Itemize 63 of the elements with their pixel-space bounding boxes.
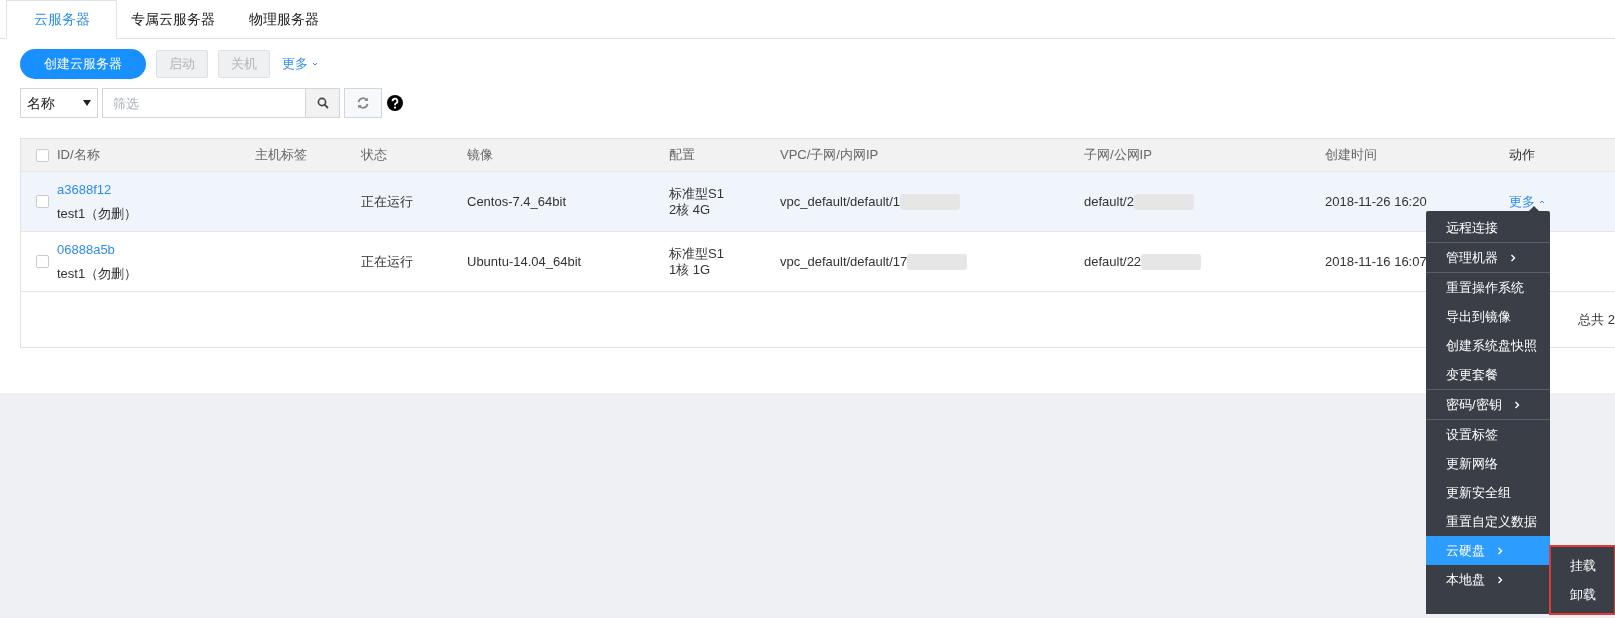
menu-item[interactable]: 挂载 [1551,551,1614,580]
chevron-right-icon [1497,575,1503,584]
menu-item[interactable]: 设置标签 [1426,420,1550,449]
menu-item[interactable]: 导出到镜像 [1426,302,1550,331]
menu-item[interactable]: 本地盘 [1426,565,1550,594]
image-text: Centos-7.4_64bit [467,193,566,209]
vpc-ip-text: vpc_default/default/17 [780,252,908,271]
tab[interactable]: 云服务器 [6,0,117,39]
vpc-ip-text: vpc_default/default/1 [780,192,900,211]
subnet-ip-text: default/2 [1084,192,1134,211]
row-checkbox[interactable] [35,255,49,268]
chevron-right-icon [1510,253,1516,262]
created-time: 2018-11-26 16:20 [1325,193,1427,209]
total-count: 总共 2 [1578,310,1615,329]
search-button[interactable] [306,88,340,118]
caret-icon [83,100,91,106]
menu-item[interactable]: 创建系统盘快照 [1426,331,1550,360]
menu-item[interactable]: 变更套餐 [1426,360,1550,389]
refresh-icon [356,96,370,110]
column-header: 状态 [361,147,387,163]
menu-item[interactable]: 更新安全组 [1426,478,1550,507]
image-text: Ubuntu-14.04_64bit [467,253,582,269]
menu-item[interactable]: 卸载 [1551,580,1614,609]
tab[interactable]: 物理服务器 [228,0,339,38]
select-all-checkbox[interactable] [35,148,49,162]
column-header: 配置 [669,147,695,163]
menu-item[interactable]: 重置自定义数据 [1426,507,1550,536]
column-header: 镜像 [467,147,493,163]
chevron-right-icon [1513,400,1520,409]
filter-input[interactable]: 筛选 [102,88,306,118]
spec-text: 1核 1G [669,261,712,278]
tab[interactable]: 专属云服务器 [117,0,228,38]
search-icon [316,97,329,109]
field-select[interactable]: 名称 [20,88,98,118]
spec-text: 标准型S1 [669,185,725,202]
instance-name: test1（勿删） [57,265,139,283]
column-header: 子网/公网IP [1084,147,1152,163]
column-header: 动作 [1509,147,1535,163]
menu-item[interactable]: 远程连接 [1426,213,1550,242]
status-text: 正在运行 [361,193,413,209]
column-header: ID/名称 [57,147,100,163]
menu-item[interactable]: 管理机器 [1426,243,1550,272]
redaction-blur [907,253,968,270]
redaction-blur [1141,253,1202,270]
column-header: VPC/子网/内网IP [780,147,879,163]
chevron-right-icon [1497,546,1503,555]
menu-item[interactable]: 重置操作系统 [1426,273,1550,302]
help-icon[interactable] [387,95,403,111]
column-header: 主机标签 [255,147,307,163]
status-text: 正在运行 [361,253,413,269]
more-dropdown[interactable]: 更多 [282,54,319,74]
column-header: 创建时间 [1325,147,1377,163]
menu-item[interactable]: 密码/密钥 [1426,390,1550,419]
created-time: 2018-11-16 16:07 [1325,253,1427,269]
select-value: 名称 [27,93,55,113]
row-checkbox[interactable] [35,195,49,208]
spec-text: 标准型S1 [669,245,725,262]
subnet-ip-text: default/22 [1084,252,1142,271]
spec-text: 2核 4G [669,201,712,218]
menu-item[interactable]: 更新网络 [1426,449,1550,478]
caret-icon [311,60,319,68]
instance-id-link[interactable]: 06888a5b [57,239,255,259]
instance-name: test1（勿删） [57,205,139,223]
